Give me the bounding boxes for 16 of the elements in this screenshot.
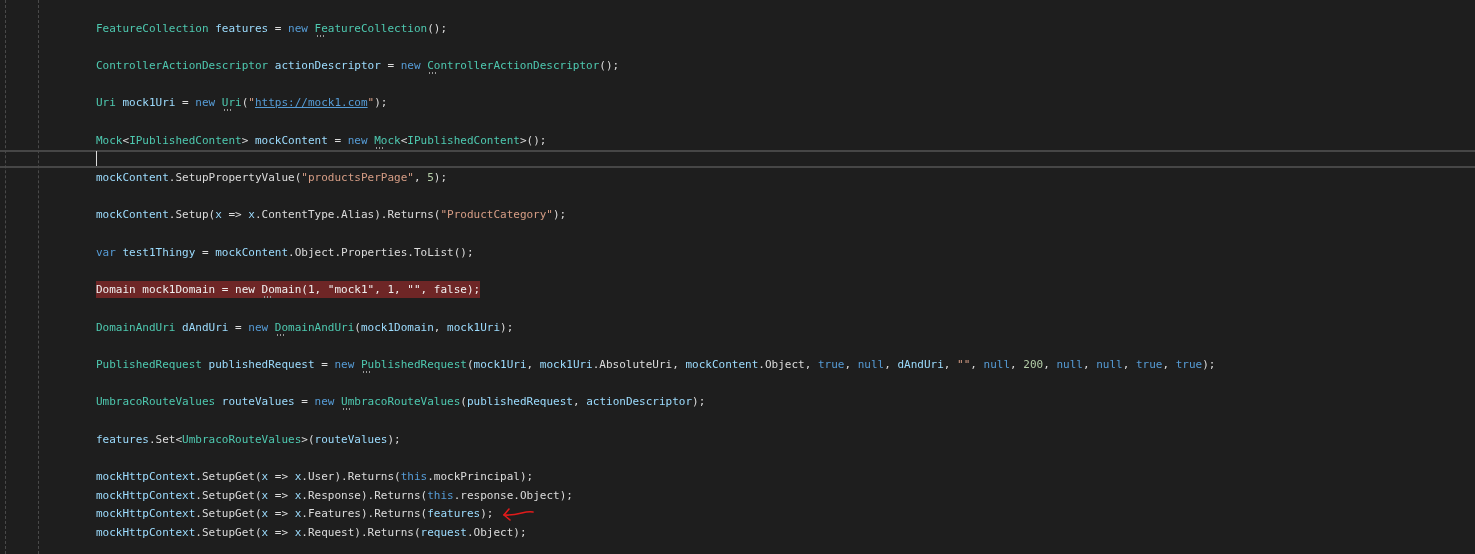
code-line: ControllerActionDescriptor actionDescriptor = new ControllerActionDescriptor(); — [96, 57, 620, 74]
code-line: mockHttpContext.SetupGet(x => x.Response).Returns(this.response.Object); — [96, 487, 573, 504]
code-line: Mock<IPublishedContent> mockContent = new Mock<IPublishedContent>(); — [96, 132, 547, 149]
code-line: PublishedRequest publishedRequest = new PublishedRequest(mock1Uri, mock1Uri.AbsoluteUri, mockContent.Object, true, null, dAndUri, "", null, 200, null, null, true, true); — [96, 356, 1216, 373]
code-line: mockHttpContext.SetupGet(x => x.Request).Returns(request.Object); — [96, 525, 527, 542]
text-cursor — [96, 151, 97, 167]
code-line: mockContent.Setup(x => x.ContentType.Alias).Returns("ProductCategory"); — [96, 207, 567, 224]
code-line: UmbracoRouteValues routeValues = new UmbracoRouteValues(publishedRequest, actionDescriptor); — [96, 394, 706, 411]
code-line: mockContent.SetupPropertyValue("productsPerPage", 5); — [96, 170, 448, 187]
code-line: FeatureCollection features = new FeatureCollection(); — [96, 20, 448, 37]
code-line: DomainAndUri dAndUri = new DomainAndUri(mock1Domain, mock1Uri); — [96, 319, 514, 336]
code-line: mockHttpContext.SetupGet(x => x.User).Returns(this.mockPrincipal); — [96, 469, 534, 486]
code-line: var test1Thingy = mockContent.Object.Properties.ToList(); — [96, 244, 474, 261]
code-line: mockHttpContext.SetupGet(x => x.Features).Returns(features); — [96, 506, 494, 523]
code-line: Uri mock1Uri = new Uri("https://mock1.com"); — [96, 95, 388, 112]
code-line: features.Set<UmbracoRouteValues>(routeValues); — [96, 431, 401, 448]
